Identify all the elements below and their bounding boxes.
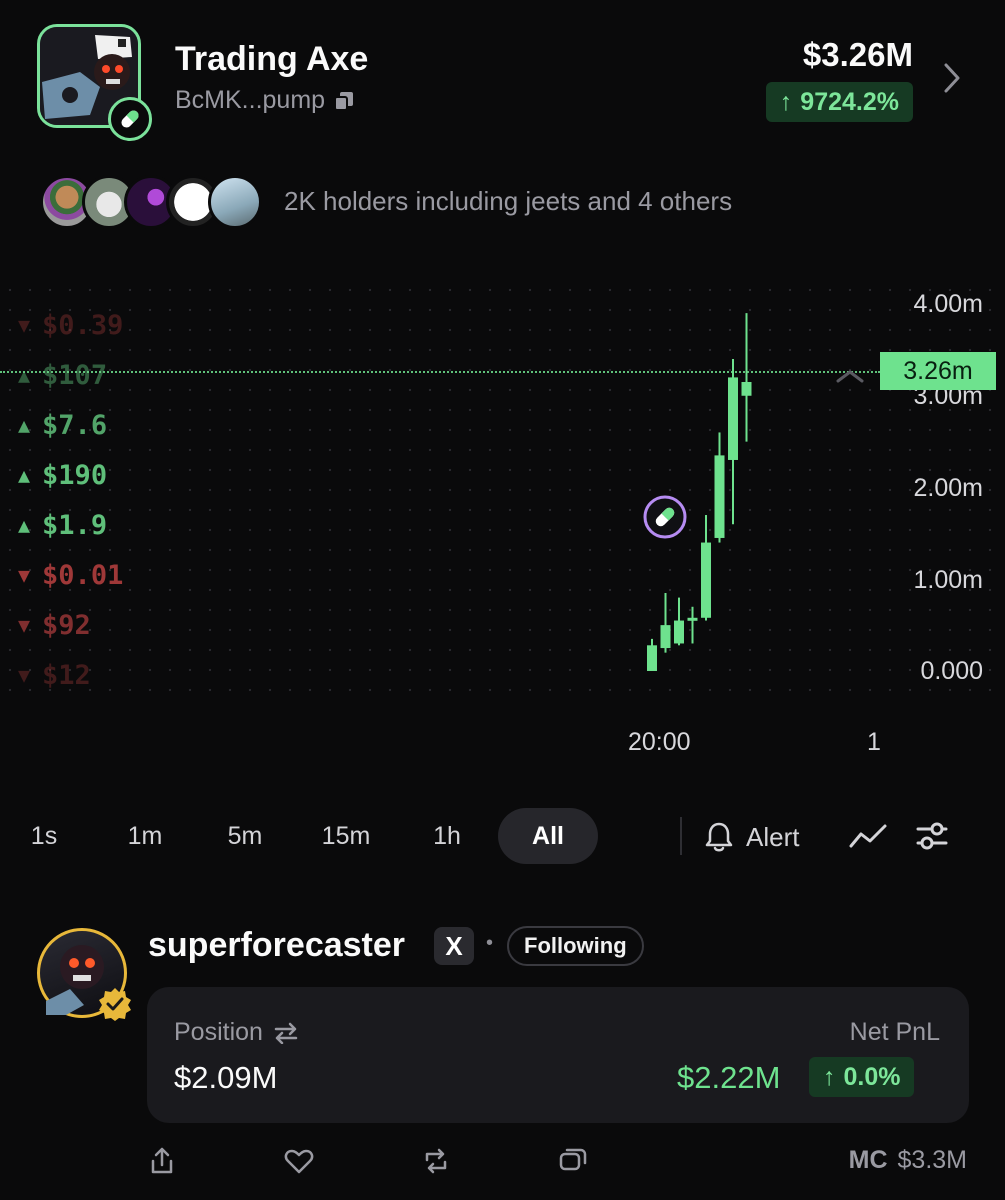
x-tick-label: 20:00: [628, 728, 691, 756]
candle: [741, 313, 752, 442]
candle: [687, 606, 698, 644]
x-logo-icon[interactable]: X: [434, 927, 474, 965]
position-label-row[interactable]: Position: [174, 1018, 299, 1047]
candle-body: [647, 645, 657, 671]
timeframe-5m[interactable]: 5m: [212, 808, 278, 864]
following-button[interactable]: Following: [507, 926, 644, 966]
line-chart-icon[interactable]: [848, 820, 888, 852]
heart-icon[interactable]: [284, 1148, 314, 1174]
timeframe-1m[interactable]: 1m: [112, 808, 178, 864]
timeframe-1s[interactable]: 1s: [14, 808, 74, 864]
alert-label: Alert: [746, 821, 800, 852]
y-tick-label: 2.00m: [913, 474, 983, 502]
settings-sliders-icon[interactable]: [914, 818, 950, 854]
market-cap-footer: MC $3.3M: [849, 1146, 967, 1175]
candle: [714, 432, 725, 543]
timeframe-15m[interactable]: 15m: [310, 808, 382, 864]
candle-body: [674, 620, 684, 644]
candle: [647, 638, 657, 671]
separator-dot: •: [486, 932, 494, 954]
bell-icon: [705, 822, 733, 852]
mc-value: $3.3M: [897, 1146, 967, 1174]
share-icon[interactable]: [149, 1146, 175, 1176]
candle-body: [687, 617, 698, 621]
pill-marker-icon[interactable]: [643, 495, 687, 539]
candle-body: [701, 542, 711, 618]
toolbar-divider: [680, 817, 682, 855]
y-tick-label: 4.00m: [913, 290, 983, 318]
comment-icon[interactable]: [558, 1146, 588, 1174]
alert-button[interactable]: Alert: [704, 815, 799, 859]
chevron-up-icon[interactable]: [835, 368, 865, 384]
candle-body: [728, 377, 738, 460]
net-pnl-value: $2.22M: [677, 1060, 781, 1095]
candle-body: [660, 625, 671, 649]
pnl-change-value: 0.0%: [843, 1062, 901, 1091]
candle: [674, 597, 684, 646]
candle: [701, 515, 711, 621]
y-tick-label: 1.00m: [913, 566, 983, 594]
position-card: [147, 987, 969, 1123]
current-price-tag: 3.26m: [880, 352, 996, 390]
swap-arrows-icon: [274, 1022, 298, 1044]
verified-badge-icon: [99, 988, 131, 1021]
arrow-up-icon: ↑: [823, 1062, 836, 1091]
net-pnl-label: Net PnL: [849, 1018, 940, 1046]
candle-body: [741, 381, 752, 396]
pnl-change-badge: ↑ 0.0%: [809, 1057, 915, 1097]
position-value: $2.09M: [174, 1060, 278, 1095]
y-tick-label: 0.000: [920, 657, 983, 685]
timeframe-1h[interactable]: 1h: [414, 808, 480, 864]
repost-icon[interactable]: [421, 1146, 451, 1176]
timeframe-all[interactable]: All: [498, 808, 598, 864]
mc-label: MC: [848, 1146, 888, 1174]
position-label: Position: [174, 1018, 263, 1046]
candle-body: [714, 455, 725, 538]
x-tick-label: 1: [867, 728, 881, 756]
username[interactable]: superforecaster: [148, 926, 405, 965]
candle: [660, 593, 671, 653]
candle: [728, 359, 738, 525]
